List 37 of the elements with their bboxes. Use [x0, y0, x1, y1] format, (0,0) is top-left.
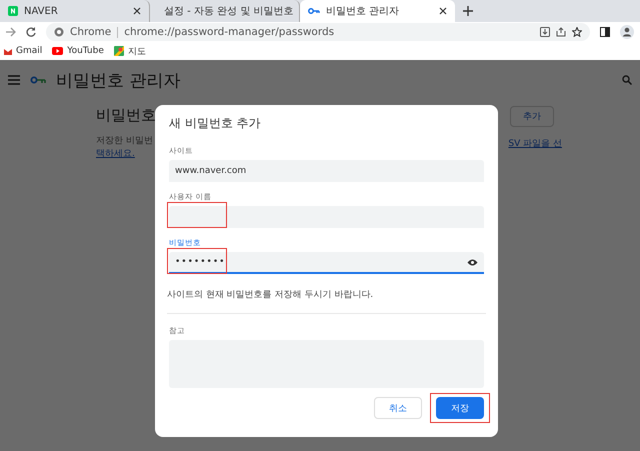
star-icon[interactable] — [572, 27, 582, 37]
close-icon[interactable] — [133, 7, 141, 15]
save-button[interactable]: 저장 — [436, 397, 484, 419]
eye-icon[interactable] — [467, 258, 478, 266]
profile-icon[interactable] — [620, 25, 634, 39]
key-icon — [308, 7, 320, 15]
forward-arrow-icon[interactable] — [6, 27, 16, 37]
site-origin: Chrome — [70, 26, 112, 38]
close-icon[interactable] — [439, 7, 447, 15]
bookmark-link[interactable]: Gmail — [4, 46, 42, 56]
dialog-title: 새 비밀번호 추가 — [169, 115, 262, 132]
download-icon[interactable] — [540, 27, 550, 37]
browser-tab[interactable]: 비밀번호 관리자 — [300, 0, 455, 22]
hint-text: 사이트의 현재 비밀번호를 저장해 두시기 바랍니다. — [167, 284, 486, 314]
search-icon[interactable] — [622, 75, 632, 85]
bookmark-link[interactable]: YouTube — [52, 46, 104, 56]
side-panel-icon[interactable] — [600, 27, 610, 37]
input-field[interactable]: www.naver.com — [169, 160, 484, 182]
field-value: •••••••• — [175, 257, 226, 267]
reload-icon[interactable] — [26, 27, 36, 37]
menu-icon[interactable] — [8, 75, 20, 85]
key-icon — [30, 76, 46, 84]
n-logo-icon — [8, 6, 18, 16]
map-icon — [114, 46, 124, 56]
app-title: 비밀번호 관리자 — [56, 70, 182, 92]
bookmark-link[interactable]: 지도 — [114, 44, 146, 58]
field-value: www.naver.com — [175, 166, 248, 176]
play-icon — [52, 47, 64, 55]
url-text: chrome://password-manager/passwords — [124, 26, 336, 38]
envelope-icon — [4, 48, 12, 54]
description-text: 저장한 비밀번 — [96, 135, 154, 147]
browser-tab[interactable]: NAVER — [0, 0, 150, 22]
section-heading: 비밀번호 — [96, 106, 156, 125]
plus-icon[interactable] — [463, 6, 473, 16]
address-bar[interactable]: Chrome chrome://password-manager/passwords — [46, 23, 590, 41]
share-icon[interactable] — [556, 27, 566, 37]
cancel-button[interactable]: 취소 — [374, 397, 422, 419]
